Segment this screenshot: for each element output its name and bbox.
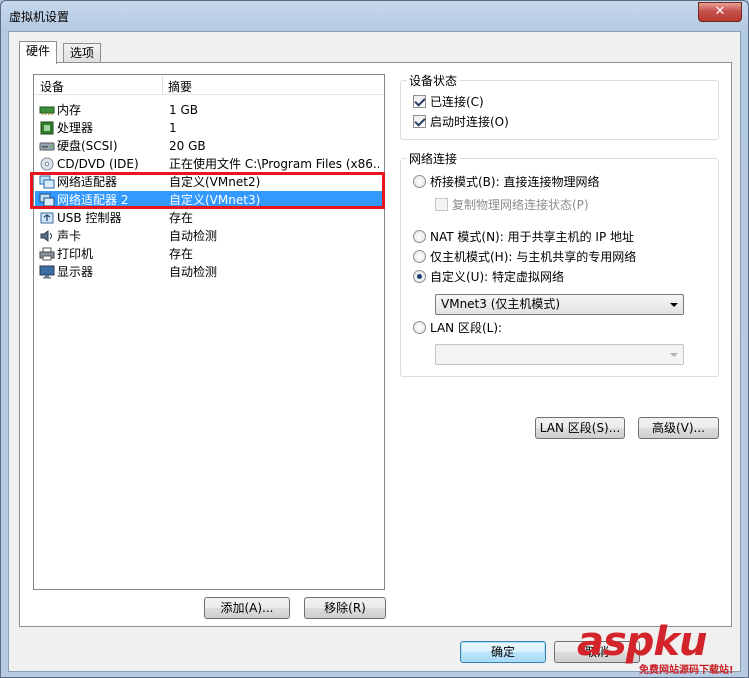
- device-row-network-adapter[interactable]: 网络适配器 自定义(VMnet2): [35, 173, 383, 191]
- device-summary: 自动检测: [169, 265, 218, 279]
- host-only-mode-radio[interactable]: 仅主机模式(H): 与主机共享的专用网络: [413, 249, 636, 265]
- processor-icon: [40, 121, 54, 135]
- dialog-client-area: 硬件 选项 设备 摘要 内存 1 GB 处理器 1 硬盘(SCSI) 20 GB…: [8, 31, 741, 672]
- device-name: 内存: [57, 103, 82, 117]
- device-row-printer[interactable]: 打印机 存在: [35, 245, 383, 263]
- custom-mode-label: 自定义(U): 特定虚拟网络: [430, 270, 565, 284]
- printer-icon: [39, 247, 55, 261]
- device-name: 网络适配器: [57, 175, 118, 189]
- close-icon: ✕: [714, 4, 726, 19]
- network-connection-group: 网络连接 桥接模式(B): 直接连接物理网络 复制物理网络连接状态(P) NAT…: [400, 150, 719, 377]
- device-summary: 存在: [169, 247, 194, 261]
- device-summary: 自动检测: [169, 229, 218, 243]
- device-summary: 20 GB: [169, 139, 206, 153]
- column-separator[interactable]: [162, 75, 163, 95]
- add-device-button[interactable]: 添加(A)...: [204, 597, 290, 619]
- watermark-tagline: 免费网站源码下载站!: [639, 665, 734, 676]
- network-connection-title: 网络连接: [407, 150, 460, 167]
- bridged-mode-label: 桥接模式(B): 直接连接物理网络: [430, 175, 600, 189]
- device-summary: 1 GB: [169, 103, 198, 117]
- device-name: 打印机: [57, 247, 94, 261]
- device-name: 硬盘(SCSI): [57, 139, 118, 153]
- vm-settings-window: 虚拟机设置 ✕ 硬件 选项 设备 摘要 内存 1 GB 处理器 1 硬盘(SCS…: [0, 0, 749, 678]
- watermark-brand: aspku: [577, 619, 708, 665]
- replicate-physical-state-checkbox[interactable]: 复制物理网络连接状态(P): [435, 197, 589, 213]
- close-button[interactable]: ✕: [698, 2, 742, 22]
- device-name: 显示器: [57, 265, 94, 279]
- device-name: 网络适配器 2: [57, 193, 129, 207]
- connect-on-power-on-checkbox[interactable]: 启动时连接(O): [413, 114, 509, 130]
- custom-network-select[interactable]: VMnet3 (仅主机模式): [435, 294, 684, 315]
- connected-label: 已连接(C): [430, 95, 484, 109]
- list-header: 设备 摘要: [34, 75, 384, 95]
- device-row-harddisk[interactable]: 硬盘(SCSI) 20 GB: [35, 137, 383, 155]
- device-name: 声卡: [57, 229, 82, 243]
- device-name: CD/DVD (IDE): [57, 157, 139, 171]
- device-row-usb-controller[interactable]: USB 控制器 存在: [35, 209, 383, 227]
- tab-options[interactable]: 选项: [63, 43, 102, 64]
- device-row-sound-card[interactable]: 声卡 自动检测: [35, 227, 383, 245]
- device-summary: 正在使用文件 C:\Program Files (x86...: [169, 157, 379, 171]
- ok-button[interactable]: 确定: [460, 641, 546, 663]
- usb-icon: [40, 212, 54, 224]
- chevron-down-icon: [670, 303, 678, 307]
- lan-segment-radio[interactable]: LAN 区段(L):: [413, 320, 502, 336]
- sound-icon: [40, 230, 52, 242]
- network-adapter-icon: [39, 193, 55, 207]
- host-only-mode-label: 仅主机模式(H): 与主机共享的专用网络: [430, 250, 637, 264]
- lan-segments-button[interactable]: LAN 区段(S)...: [535, 417, 625, 439]
- radio-unchecked-icon: [413, 321, 426, 334]
- window-title: 虚拟机设置: [9, 10, 70, 24]
- replicate-physical-state-label: 复制物理网络连接状态(P): [452, 198, 589, 212]
- device-summary: 1: [169, 121, 177, 135]
- column-summary[interactable]: 摘要: [168, 78, 192, 95]
- hardware-tab-panel: 设备 摘要 内存 1 GB 处理器 1 硬盘(SCSI) 20 GB CD/DV…: [19, 62, 732, 627]
- remove-device-button[interactable]: 移除(R): [304, 597, 386, 619]
- device-row-processor[interactable]: 处理器 1: [35, 119, 383, 137]
- checkbox-checked-icon: [413, 115, 426, 128]
- radio-unchecked-icon: [413, 230, 426, 243]
- harddisk-icon: [39, 142, 55, 151]
- device-row-memory[interactable]: 内存 1 GB: [35, 101, 383, 119]
- device-row-cdrom[interactable]: CD/DVD (IDE) 正在使用文件 C:\Program Files (x8…: [35, 155, 383, 173]
- radio-unchecked-icon: [413, 250, 426, 263]
- tab-hardware[interactable]: 硬件: [19, 41, 58, 64]
- nat-mode-label: NAT 模式(N): 用于共享主机的 IP 地址: [430, 230, 635, 244]
- lan-segment-select[interactable]: [435, 344, 684, 365]
- title-bar[interactable]: 虚拟机设置 ✕: [1, 1, 748, 31]
- device-status-group: 设备状态 已连接(C) 启动时连接(O): [400, 72, 719, 140]
- connect-on-power-on-label: 启动时连接(O): [430, 115, 509, 129]
- bridged-mode-radio[interactable]: 桥接模式(B): 直接连接物理网络: [413, 174, 599, 190]
- lan-segment-label: LAN 区段(L):: [430, 321, 503, 335]
- network-adapter-icon: [39, 175, 55, 189]
- nat-mode-radio[interactable]: NAT 模式(N): 用于共享主机的 IP 地址: [413, 229, 634, 245]
- tab-options-label: 选项: [70, 46, 95, 60]
- custom-mode-radio[interactable]: 自定义(U): 特定虚拟网络: [413, 269, 564, 285]
- device-summary: 自定义(VMnet3): [169, 193, 261, 207]
- connected-checkbox[interactable]: 已连接(C): [413, 94, 484, 110]
- tab-hardware-label: 硬件: [26, 44, 51, 58]
- device-summary: 存在: [169, 211, 194, 225]
- device-summary: 自定义(VMnet2): [169, 175, 261, 189]
- device-row-network-adapter-2[interactable]: 网络适配器 2 自定义(VMnet3): [35, 191, 383, 209]
- column-device[interactable]: 设备: [40, 78, 64, 95]
- device-row-display[interactable]: 显示器 自动检测: [35, 263, 383, 281]
- device-list[interactable]: 设备 摘要 内存 1 GB 处理器 1 硬盘(SCSI) 20 GB CD/DV…: [30, 74, 385, 590]
- chevron-down-icon: [670, 353, 678, 357]
- checkbox-checked-icon: [413, 95, 426, 108]
- device-name: USB 控制器: [57, 211, 122, 225]
- radio-unchecked-icon: [413, 175, 426, 188]
- advanced-button[interactable]: 高级(V)...: [638, 417, 719, 439]
- custom-network-value: VMnet3 (仅主机模式): [441, 297, 561, 311]
- memory-icon: [39, 106, 55, 115]
- checkbox-disabled-icon: [435, 198, 448, 211]
- display-icon: [39, 265, 55, 279]
- device-status-title: 设备状态: [407, 72, 460, 89]
- watermark-logo: aspku 免费网站源码下载站!: [577, 619, 747, 677]
- device-name: 处理器: [57, 121, 94, 135]
- radio-checked-icon: [413, 270, 426, 283]
- cdrom-icon: [40, 157, 54, 171]
